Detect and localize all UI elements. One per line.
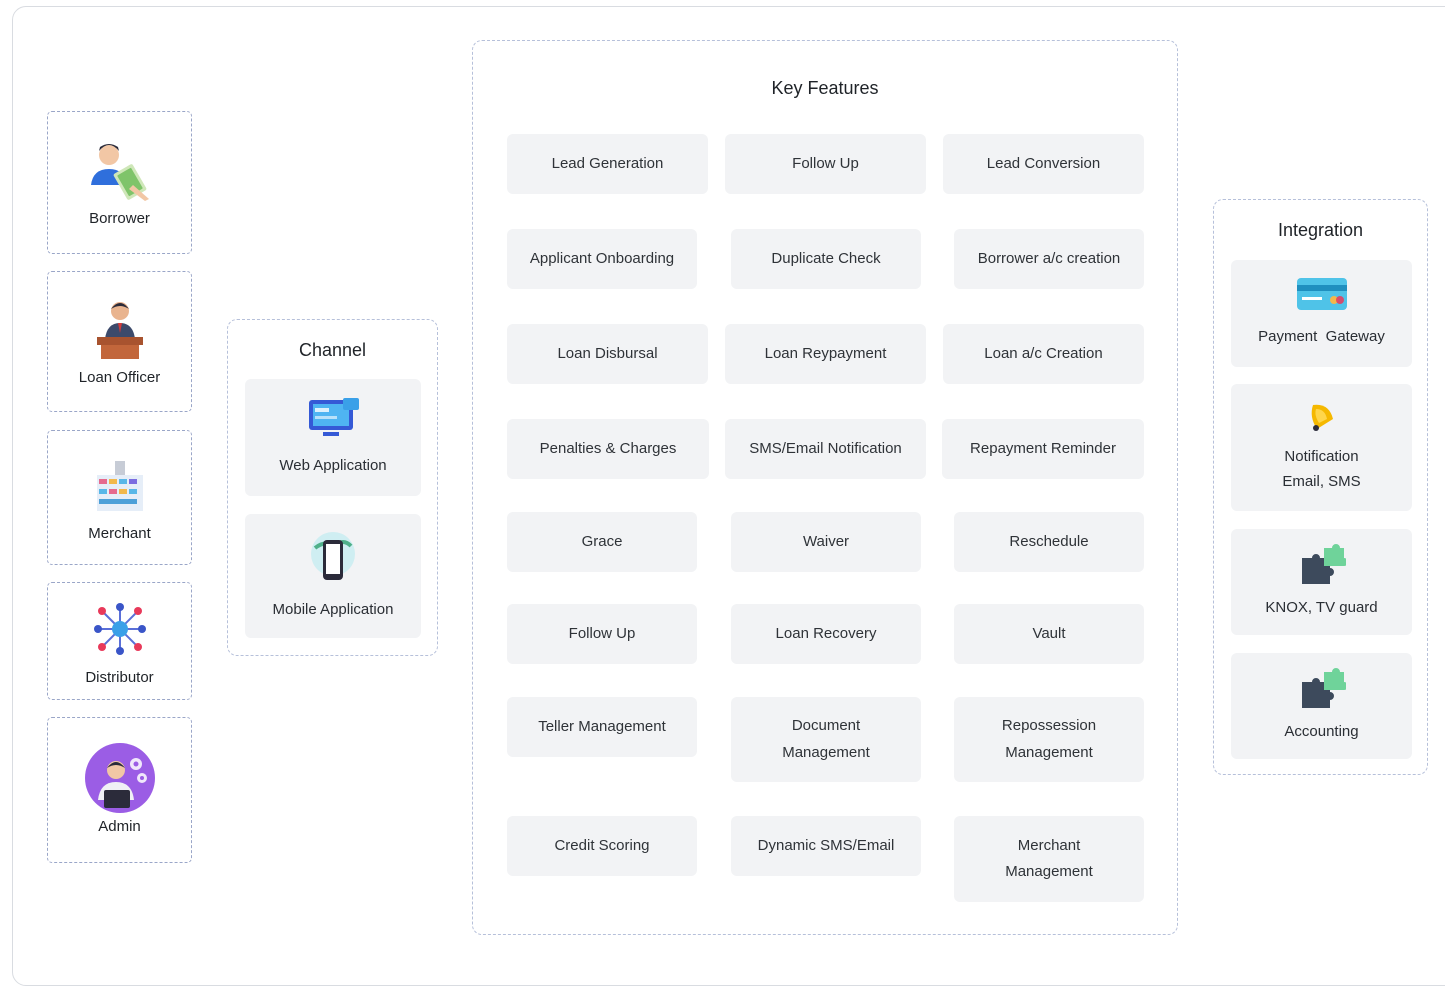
actor-merchant: Merchant <box>47 430 192 565</box>
integration-title: Integration <box>1277 220 1364 240</box>
feature-penalties-charges: Penalties & Charges <box>507 419 709 479</box>
channel-panel: Channel Web Application Mobile Applicati… <box>227 319 438 656</box>
loan-officer-icon <box>84 297 156 361</box>
feature-waiver: Waiver <box>731 512 921 572</box>
merchant-shop-icon <box>84 453 156 517</box>
mobile-application-icon <box>309 530 357 589</box>
feature-teller-management: Teller Management <box>507 697 697 757</box>
feature-loan-disbursal: Loan Disbursal <box>507 324 708 384</box>
feature-sms-email-notification: SMS/Email Notification <box>725 419 926 479</box>
feature-repossession-management: Repossession Management <box>954 697 1144 782</box>
channel-label: Mobile Application <box>272 600 394 618</box>
actor-distributor: Distributor <box>47 582 192 700</box>
integration-payment-gateway: Payment Gateway <box>1231 260 1412 367</box>
integration-notification: Notification Email, SMS <box>1231 384 1412 511</box>
actor-label: Distributor <box>85 668 154 686</box>
feature-merchant-management: Merchant Management <box>954 816 1144 902</box>
feature-borrower-account-creation: Borrower a/c creation <box>954 229 1144 289</box>
channel-mobile-application: Mobile Application <box>245 514 421 638</box>
actor-label: Borrower <box>89 210 150 227</box>
actor-label: Loan Officer <box>78 369 161 386</box>
actor-loan-officer: Loan Officer <box>47 271 192 412</box>
web-application-icon <box>305 396 361 445</box>
actor-admin: Admin <box>47 717 192 863</box>
feature-lead-conversion: Lead Conversion <box>943 134 1144 194</box>
channel-web-application: Web Application <box>245 379 421 496</box>
feature-follow-up: Follow Up <box>725 134 926 194</box>
feature-loan-account-creation: Loan a/c Creation <box>943 324 1144 384</box>
channel-title: Channel <box>298 340 367 360</box>
puzzle-icon <box>1298 543 1348 589</box>
borrower-icon <box>84 138 156 202</box>
actor-label: Merchant <box>88 525 151 542</box>
actor-label: Admin <box>98 817 141 835</box>
feature-repayment-reminder: Repayment Reminder <box>942 419 1144 479</box>
integration-accounting: Accounting <box>1231 653 1412 759</box>
bell-icon <box>1307 401 1337 438</box>
admin-icon <box>84 742 156 813</box>
actor-borrower: Borrower <box>47 111 192 254</box>
feature-reschedule: Reschedule <box>954 512 1144 572</box>
feature-applicant-onboarding: Applicant Onboarding <box>507 229 697 289</box>
feature-document-management: Document Management <box>731 697 921 782</box>
distributor-network-icon <box>84 597 156 661</box>
feature-lead-generation: Lead Generation <box>507 134 708 194</box>
channel-label: Web Application <box>279 457 387 475</box>
puzzle-icon <box>1298 667 1348 713</box>
integration-knox-tv-guard: KNOX, TV guard <box>1231 529 1412 635</box>
integration-label: Accounting <box>1284 722 1359 740</box>
feature-follow-up-2: Follow Up <box>507 604 697 664</box>
feature-credit-scoring: Credit Scoring <box>507 816 697 876</box>
key-features-panel: Key Features Lead Generation Follow Up L… <box>472 40 1178 935</box>
integration-label: Notification Email, SMS <box>1282 447 1361 491</box>
feature-vault: Vault <box>954 604 1144 664</box>
credit-card-icon <box>1296 277 1348 316</box>
feature-grace: Grace <box>507 512 697 572</box>
feature-loan-recovery: Loan Recovery <box>731 604 921 664</box>
integration-label: KNOX, TV guard <box>1265 598 1378 616</box>
feature-duplicate-check: Duplicate Check <box>731 229 921 289</box>
feature-loan-repayment: Loan Reypayment <box>725 324 926 384</box>
integration-panel: Integration Payment Gateway Notification… <box>1213 199 1428 775</box>
integration-label: Payment Gateway <box>1258 328 1385 346</box>
feature-dynamic-sms-email: Dynamic SMS/Email <box>731 816 921 876</box>
key-features-title: Key Features <box>771 78 879 98</box>
